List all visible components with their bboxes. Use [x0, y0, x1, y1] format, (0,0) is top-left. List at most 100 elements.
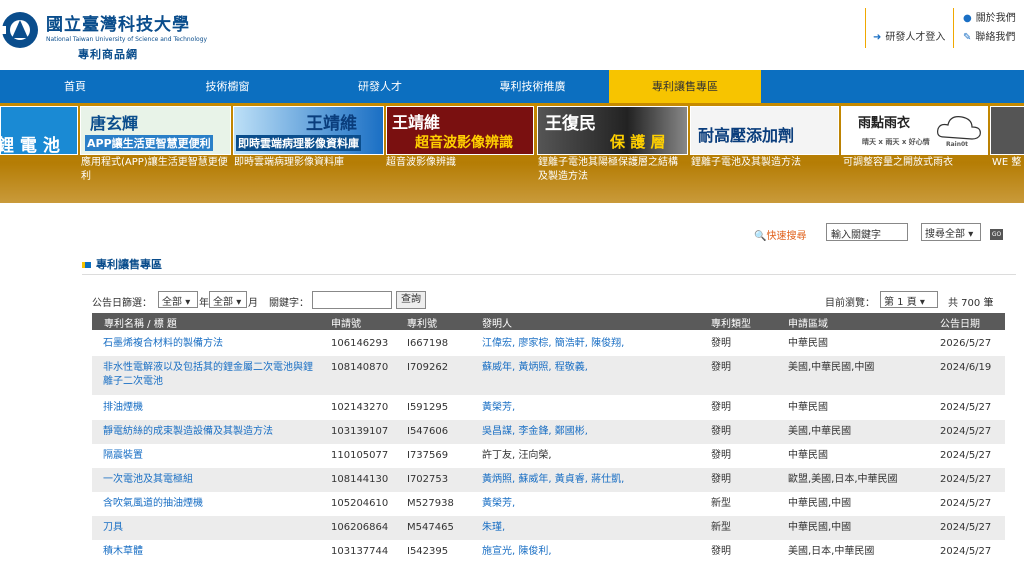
patent-no: M547465 [407, 522, 454, 533]
banner-thumb-app[interactable]: 唐玄輝 APP讓生活更智慧更便利 [80, 106, 231, 155]
banner-thumb-ultrasound[interactable]: 王靖維 超音波影像辨識 [386, 106, 534, 155]
talent-login-label: 研發人才登入 [885, 32, 946, 43]
patent-no: I591295 [407, 402, 449, 413]
nav-tech-showcase[interactable]: 技術櫥窗 [150, 70, 305, 103]
nav-home[interactable]: 首頁 [0, 70, 150, 103]
query-button[interactable]: 查詢 [396, 291, 426, 309]
edit-icon: ✎ [963, 32, 972, 43]
month-unit: 月 [248, 298, 258, 309]
patent-title-link[interactable]: 含吹氣風道的抽油煙機 [103, 497, 203, 511]
banner-caption[interactable]: 應用程式(APP)讓生活更智慧更便利 [81, 156, 231, 184]
banner-caption[interactable]: WE 整 [992, 156, 1024, 170]
banner-caption[interactable]: 超音波影像辨識 [386, 156, 536, 170]
about-link[interactable]: ● 關於我們 [963, 9, 1016, 24]
patent-title-link[interactable]: 隔震裝置 [103, 449, 143, 463]
banner-thumb-additive[interactable]: 耐高壓添加劑 [690, 106, 839, 155]
search-scope-select[interactable]: 搜尋全部 ▾ [921, 223, 981, 241]
inventor[interactable]: 吳昌謀, 李金鋒, 鄭國彬, [482, 425, 588, 439]
col-patent-no: 專利號 [407, 319, 437, 330]
col-app-no: 申請號 [331, 319, 361, 330]
go-button[interactable]: GO [990, 229, 1003, 240]
nav-tech-promotion[interactable]: 專利技術推廣 [455, 70, 610, 103]
page-select[interactable]: 第 1 頁 ▾ [880, 291, 938, 308]
inventor[interactable]: 朱瑾, [482, 521, 505, 535]
nav-talent[interactable]: 研發人才 [305, 70, 455, 103]
featured-banner: 鋰 電 池 唐玄輝 APP讓生活更智慧更便利 王靖維 即時雲端病理影像資料庫 王… [0, 103, 1024, 203]
patent-title-link[interactable]: 刀具 [103, 521, 123, 535]
year-select[interactable]: 全部 ▾ [158, 291, 198, 308]
patent-title-link[interactable]: 石墨烯複合材料的製備方法 [103, 337, 223, 351]
patent-type: 發明 [711, 402, 731, 413]
banner-thumb-pathology[interactable]: 王靖維 即時雲端病理影像資料庫 [233, 106, 384, 155]
inventor[interactable]: 施宣光, 陳俊利, [482, 545, 552, 559]
app-no: 105204610 [331, 498, 389, 509]
table-row[interactable]: 隔震裝置 110105077 I737569 許丁友, 汪向榮, 發明 中華民國… [92, 444, 1005, 468]
region: 美國,日本,中華民國 [788, 546, 875, 557]
inventor[interactable]: 黃炳照, 蘇威年, 黃貞睿, 蔣仕凱, [482, 473, 624, 487]
patent-title-link[interactable]: 靜電紡絲的成束製造設備及其製造方法 [103, 425, 273, 439]
region: 中華民國,中國 [788, 498, 852, 509]
keyword-label: 關鍵字： [269, 298, 309, 309]
patent-type: 發明 [711, 426, 731, 437]
publish-date: 2024/5/27 [940, 450, 992, 461]
month-select[interactable]: 全部 ▾ [209, 291, 247, 308]
banner-caption[interactable]: 鋰離子電池及其製造方法 [691, 156, 841, 170]
table-row[interactable]: 石墨烯複合材料的製備方法 106146293 I667198 江偉宏, 廖家棕,… [92, 333, 1005, 355]
inventor[interactable]: 蘇威年, 黃炳照, 程敬義, [482, 361, 588, 375]
patent-type: 發明 [711, 450, 731, 461]
inventor[interactable]: 江偉宏, 廖家棕, 簡浩軒, 陳俊翔, [482, 337, 624, 351]
search-icon: 🔍 [754, 231, 767, 242]
banner-thumb-battery[interactable]: 鋰 電 池 [0, 106, 78, 155]
keyword-input[interactable]: 輸入關鍵字 [826, 223, 908, 241]
brand-block[interactable]: 國立臺灣科技大學 National Taiwan University of S… [46, 10, 207, 62]
banner-thumb-we[interactable] [990, 106, 1024, 155]
talent-login-link[interactable]: ➜ 研發人才登入 [873, 28, 945, 43]
banner-caption[interactable]: 即時雲端病理影像資料庫 [234, 156, 384, 170]
site-name: 專利商品網 [78, 48, 138, 61]
publish-date: 2024/5/27 [940, 426, 992, 437]
patent-no: I702753 [407, 474, 449, 485]
contact-link[interactable]: ✎ 聯絡我們 [963, 28, 1015, 43]
banner-caption[interactable]: 可調整容量之開放式雨衣 [843, 156, 988, 170]
table-row[interactable]: 一次電池及其電極組 108144130 I702753 黃炳照, 蘇威年, 黃貞… [92, 468, 1005, 492]
patent-title-link[interactable]: 積木草體 [103, 545, 143, 559]
region: 中華民國 [788, 450, 828, 461]
publish-date: 2024/6/19 [940, 362, 992, 373]
inventor[interactable]: 黃榮芳, [482, 401, 515, 415]
nav-patent-sale[interactable]: 專利讓售專區 [609, 70, 761, 103]
banner-caption[interactable]: 鋰離子電池其陽極保護層之結構及製造方法 [538, 156, 686, 184]
filter-keyword-input[interactable] [312, 291, 392, 309]
table-row[interactable]: 含吹氣風道的抽油煙機 105204610 M527938 黃榮芳, 新型 中華民… [92, 492, 1005, 516]
patent-no: I667198 [407, 338, 449, 349]
table-row[interactable]: 排油煙機 102143270 I591295 黃榮芳, 發明 中華民國 2024… [92, 397, 1005, 420]
university-logo-icon[interactable] [0, 8, 44, 52]
chevron-down-icon: ▾ [236, 297, 242, 308]
patent-type: 新型 [711, 522, 731, 533]
table-row[interactable]: 刀具 106206864 M547465 朱瑾, 新型 中華民國,中國 2024… [92, 516, 1005, 540]
patent-no: I542395 [407, 546, 449, 557]
header-divider [953, 8, 954, 48]
region: 歐盟,美國,日本,中華民國 [788, 474, 898, 485]
col-inventor: 發明人 [482, 319, 512, 330]
banner-thumb-protection[interactable]: 王復民 保 護 層 [537, 106, 688, 155]
patent-title-link[interactable]: 非水性電解液以及包括其的鋰金屬二次電池與鋰離子二次電池 [103, 361, 318, 389]
app-no: 108144130 [331, 474, 389, 485]
brand-english: National Taiwan University of Science an… [46, 36, 208, 43]
region: 美國,中華民國,中國 [788, 362, 875, 373]
year-unit: 年 [199, 298, 209, 309]
publish-date: 2024/5/27 [940, 498, 992, 509]
col-region: 申請區域 [788, 319, 828, 330]
section-title: 專利讓售專區 [82, 256, 162, 272]
table-row[interactable]: 靜電紡絲的成束製造設備及其製造方法 103139107 I547606 吳昌謀,… [92, 420, 1005, 444]
login-icon: ➜ [873, 32, 882, 43]
patent-title-link[interactable]: 一次電池及其電極組 [103, 473, 193, 487]
inventor[interactable]: 黃榮芳, [482, 497, 515, 511]
table-row[interactable]: 積木草體 103137744 I542395 施宣光, 陳俊利, 發明 美國,日… [92, 540, 1005, 564]
banner-thumb-raincoat[interactable]: 雨點雨衣 晴天 x 雨天 x 好心情 Rain0t [841, 106, 988, 155]
about-label: 關於我們 [975, 13, 1016, 24]
patent-title-link[interactable]: 排油煙機 [103, 401, 143, 415]
site-header: 國立臺灣科技大學 National Taiwan University of S… [0, 0, 1024, 70]
patent-type: 發明 [711, 546, 731, 557]
table-row[interactable]: 非水性電解液以及包括其的鋰金屬二次電池與鋰離子二次電池 108140870 I7… [92, 356, 1005, 395]
main-nav: 首頁 技術櫥窗 研發人才 專利技術推廣 專利讓售專區 [0, 70, 1024, 103]
